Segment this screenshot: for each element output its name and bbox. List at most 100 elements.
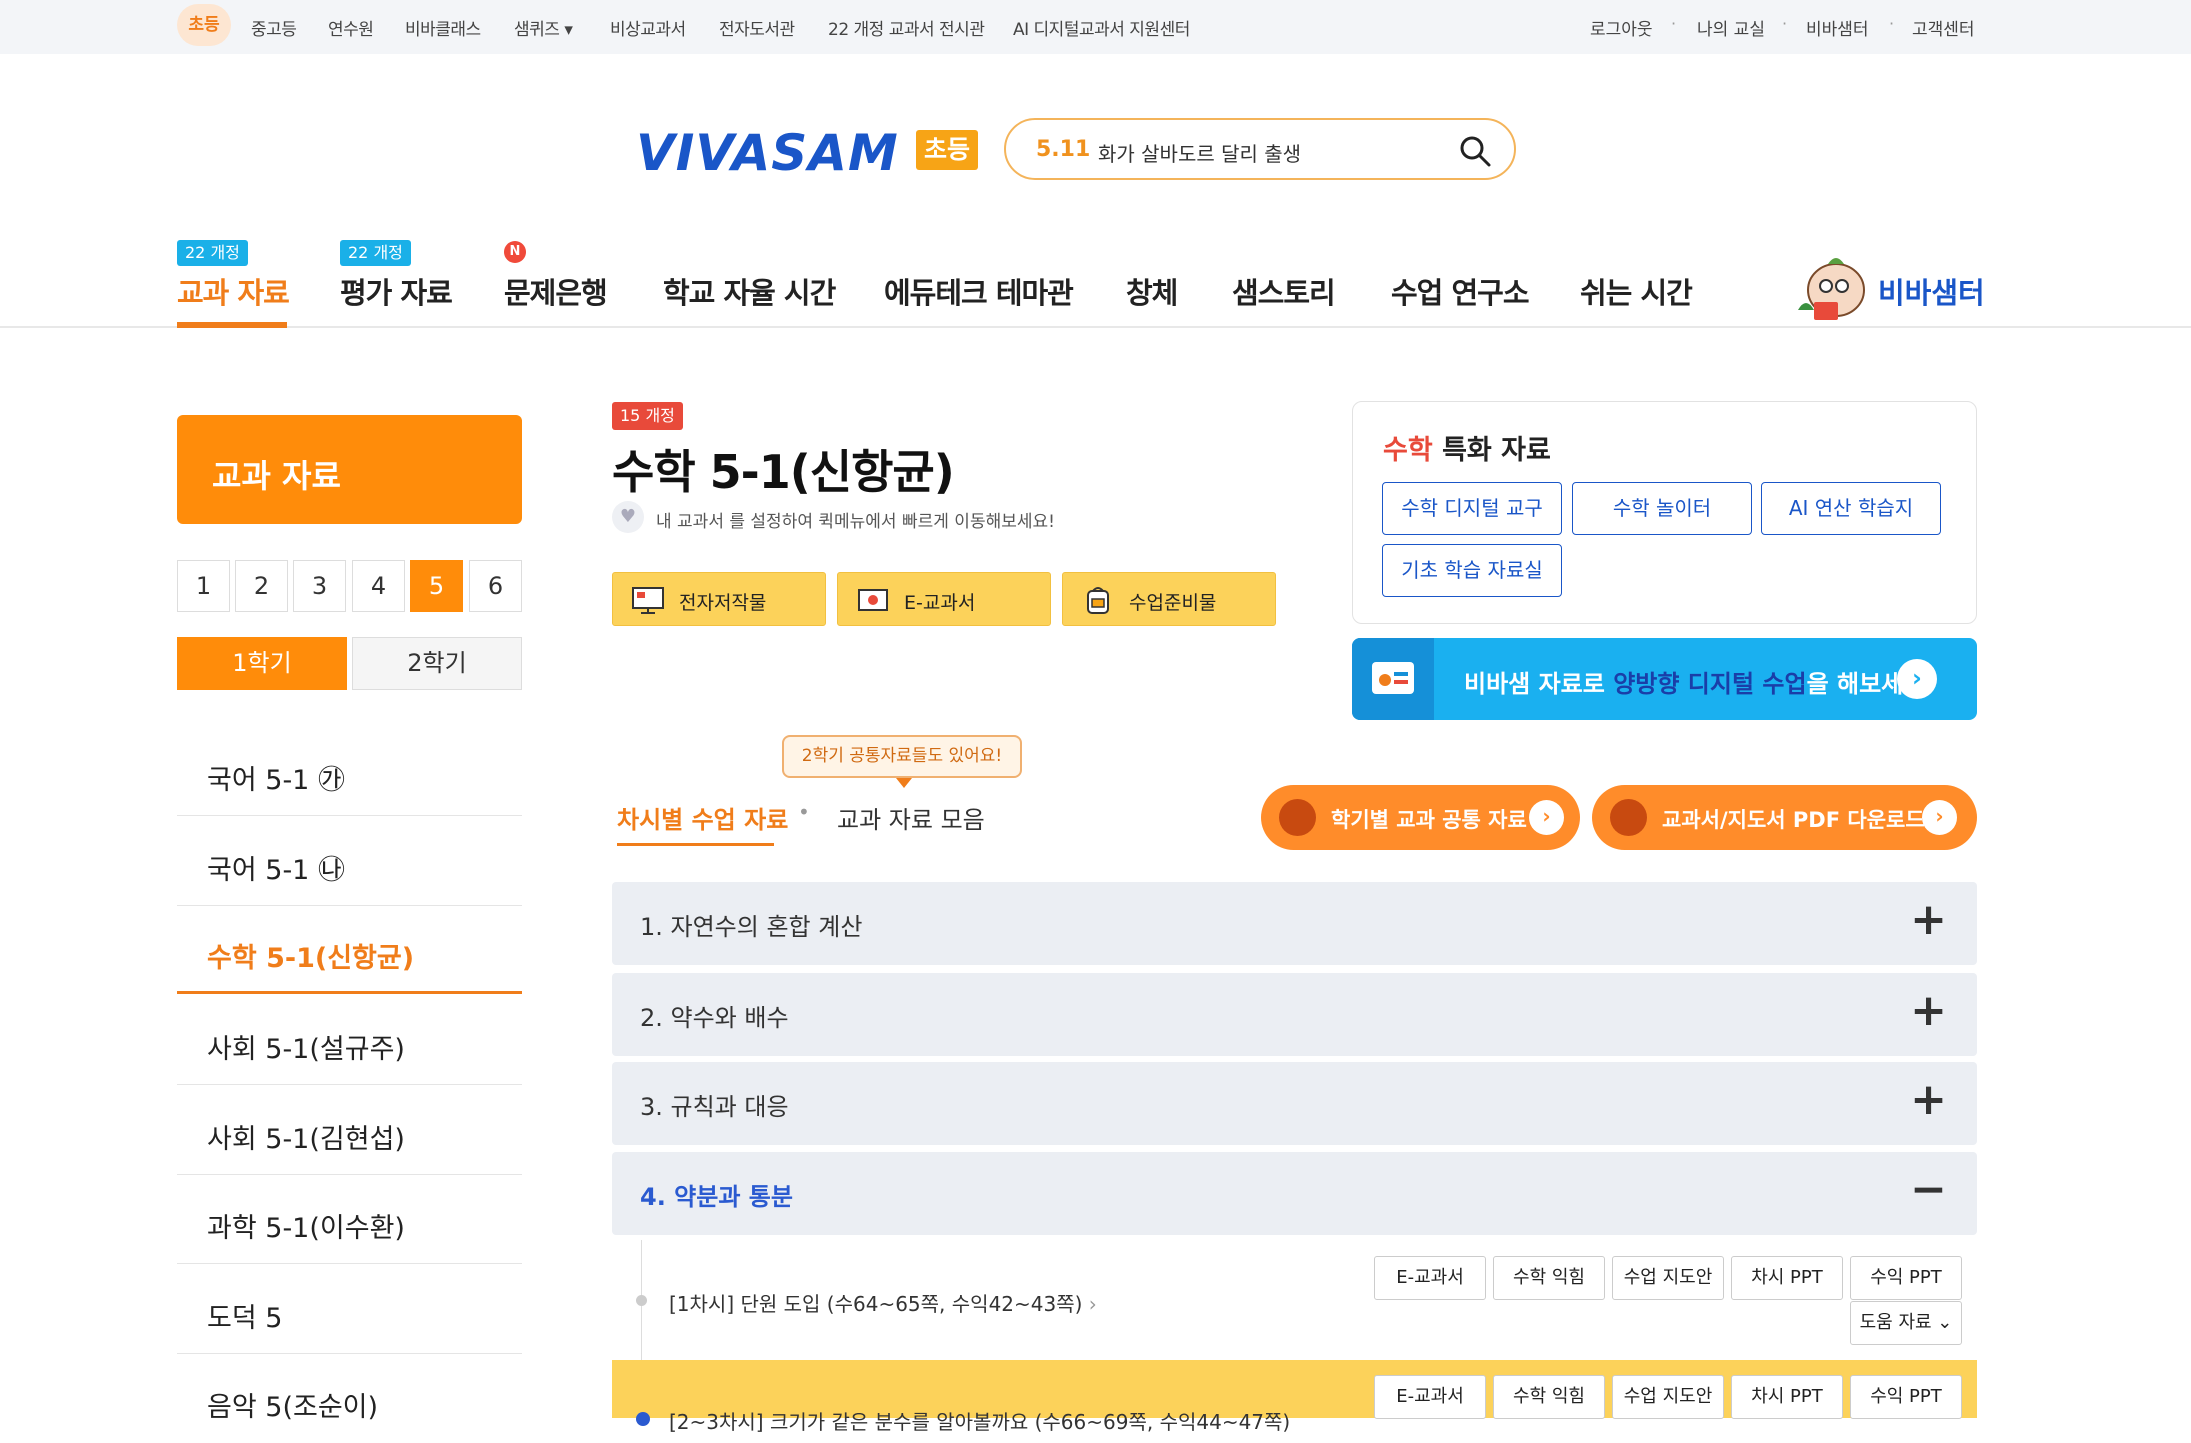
semester2-tooltip: 2학기 공통자료들도 있어요! [782,735,1022,788]
unit-accordion-2[interactable]: 2. 약수와 배수 + [612,973,1977,1056]
plus-icon: + [1910,1074,1947,1125]
class-supplies-button[interactable]: 수업준비물 [1062,572,1276,626]
topnav-elementary[interactable]: 초등 [177,4,231,46]
separator-dot: · [1889,14,1895,33]
tab-material-collection[interactable]: 교과 자료 모음 [837,800,985,835]
my-classroom-link[interactable]: 나의 교실 [1697,15,1765,40]
unit-title: 2. 약수와 배수 [640,1004,789,1032]
e-material-button[interactable]: 전자저작물 [612,572,826,626]
mascot-icon[interactable] [1792,250,1874,322]
vivasam-logo[interactable]: VIVASAM [636,124,899,182]
gnb-item-research[interactable]: 수업 연구소 [1391,270,1529,312]
topnav-visang-textbook[interactable]: 비상교과서 [610,15,686,40]
e-textbook-label: E-교과서 [904,592,976,614]
help-materials-dropdown[interactable]: 도움 자료 ⌄ [1850,1301,1962,1345]
gnb-item-question-bank[interactable]: 문제은행 [504,270,608,312]
topnav-e-library[interactable]: 전자도서관 [719,15,795,40]
samquiz-label: 샘퀴즈 [514,20,560,40]
chevron-right-icon[interactable]: › [1897,659,1937,699]
tab-lesson-materials[interactable]: 차시별 수업 자료 [617,800,788,835]
today-event-text: 화가 살바도르 달리 출생 [1098,142,1302,166]
unit-title: 1. 자연수의 혼합 계산 [640,913,863,941]
gnb-item-activities[interactable]: 창체 [1126,270,1178,312]
sidebar-subject-music[interactable]: 음악 5(조순이) [177,1353,522,1443]
gnb-item-break-time[interactable]: 쉬는 시간 [1580,270,1693,312]
revision-tag: 22 개정 [340,240,411,266]
lesson-plan-button[interactable]: 수업 지도안 [1612,1256,1724,1300]
grade-button-3[interactable]: 3 [293,560,346,612]
sidebar-subject-social-1[interactable]: 사회 5-1(설규주) [177,995,522,1085]
banner-highlight: 양방향 디지털 수업 [1613,670,1807,698]
vivasamter-label[interactable]: 비바샘터 [1878,270,1985,312]
grade-button-4[interactable]: 4 [352,560,405,612]
heart-icon[interactable]: ♥ [612,501,644,533]
grade-button-1[interactable]: 1 [177,560,230,612]
tab-separator: • [798,800,810,824]
logo-elementary-badge: 초등 [916,130,978,170]
sidebar-subject-math[interactable]: 수학 5-1(신항균) [177,904,522,994]
math-digital-tools-button[interactable]: 수학 디지털 교구 [1382,482,1562,535]
math-playground-button[interactable]: 수학 놀이터 [1572,482,1752,535]
semester-common-materials-button[interactable]: 학기별 교과 공통 자료 › [1261,785,1580,850]
new-badge: N [504,241,526,263]
my-textbook-hint: 내 교과서 를 설정하여 퀵메뉴에서 빠르게 이동해보세요! [656,512,1055,532]
customer-center-link[interactable]: 고객센터 [1912,15,1975,40]
lesson-title[interactable]: [1차시] 단원 도입 (수64~65쪽, 수익42~43쪽) › [669,1288,1097,1317]
lesson-math-practice-button[interactable]: 수학 익힘 [1493,1375,1605,1419]
basic-learning-button[interactable]: 기초 학습 자료실 [1382,544,1562,597]
gnb-item-textbook[interactable]: 교과 자료 [177,270,290,312]
semester-1-button[interactable]: 1학기 [177,637,347,690]
topnav-ai-digital[interactable]: AI 디지털교과서 지원센터 [1013,15,1190,40]
grade-button-5[interactable]: 5 [410,560,463,612]
grade-button-6[interactable]: 6 [469,560,522,612]
pdf-icon [1610,799,1647,836]
search-bar[interactable]: 5.11 화가 살바도르 달리 출생 [1004,118,1516,180]
chevron-right-icon: › [1922,800,1957,835]
gnb-item-samstory[interactable]: 샘스토리 [1232,270,1336,312]
timeline-dot [636,1412,650,1426]
sidebar-subject-science[interactable]: 과학 5-1(이수환) [177,1174,522,1264]
plus-icon: + [1910,894,1947,945]
practice-ppt-button[interactable]: 수익 PPT [1850,1256,1962,1300]
topnav-training[interactable]: 연수원 [328,15,374,40]
lesson-ppt-button[interactable]: 차시 PPT [1731,1256,1843,1300]
ai-worksheet-button[interactable]: AI 연산 학습지 [1761,482,1941,535]
practice-ppt-button[interactable]: 수익 PPT [1850,1375,1962,1419]
gnb-item-edutech[interactable]: 에듀테크 테마관 [884,270,1074,312]
lesson-e-textbook-button[interactable]: E-교과서 [1374,1375,1486,1419]
topnav-22-exhibit[interactable]: 22 개정 교과서 전시관 [828,15,985,40]
gnb-item-evaluation[interactable]: 평가 자료 [340,270,453,312]
minus-icon: − [1910,1164,1947,1215]
lesson-title[interactable]: [2~3차시] 크기가 같은 분수를 알아볼까요 (수66~69쪽, 수익44~… [669,1406,1290,1435]
sidebar-subject-ethics[interactable]: 도덕 5 [177,1264,522,1354]
topnav-vivaclass[interactable]: 비바클래스 [405,15,481,40]
lesson-plan-button[interactable]: 수업 지도안 [1612,1375,1724,1419]
main-navigation: 22 개정 22 개정 N 교과 자료 평가 자료 문제은행 학교 자율 시간 … [0,230,2191,328]
caret-down-icon: ▾ [559,20,573,40]
logout-link[interactable]: 로그아웃 [1590,15,1653,40]
vivasamter-link[interactable]: 비바샘터 [1806,15,1869,40]
lesson-math-practice-button[interactable]: 수학 익힘 [1493,1256,1605,1300]
unit-accordion-1[interactable]: 1. 자연수의 혼합 계산 + [612,882,1977,965]
unit-accordion-4[interactable]: 4. 약분과 통분 − [612,1152,1977,1235]
topnav-samquiz[interactable]: 샘퀴즈 ▾ [514,15,573,40]
topnav-middle-high[interactable]: 중고등 [251,15,297,40]
gnb-item-school-autonomy[interactable]: 학교 자율 시간 [663,270,836,312]
unit-title: 3. 규칙과 대응 [640,1093,789,1121]
pdf-download-button[interactable]: 교과서/지도서 PDF 다운로드 › [1592,785,1977,850]
digital-class-banner[interactable]: 비바샘 자료로 양방향 디지털 수업을 해보세요. › [1352,638,1977,720]
revision-tag: 22 개정 [177,240,248,266]
sidebar-subject-korean-na[interactable]: 국어 5-1 ㉯ [177,816,522,906]
lesson-ppt-button[interactable]: 차시 PPT [1731,1375,1843,1419]
semester-2-button[interactable]: 2학기 [352,637,522,690]
search-icon[interactable] [1458,134,1492,168]
lesson-e-textbook-button[interactable]: E-교과서 [1374,1256,1486,1300]
e-textbook-button[interactable]: E-교과서 [837,572,1051,626]
special-subject: 수학 [1383,435,1433,466]
top-utility-bar: 초등 중고등 연수원 비바클래스 샘퀴즈 ▾ 비상교과서 전자도서관 22 개정… [0,0,2191,54]
chevron-right-icon: › [1082,1292,1097,1316]
grade-button-2[interactable]: 2 [235,560,288,612]
sidebar-subject-social-2[interactable]: 사회 5-1(김현섭) [177,1085,522,1175]
sidebar-subject-korean-ga[interactable]: 국어 5-1 ㉮ [177,726,522,816]
unit-accordion-3[interactable]: 3. 규칙과 대응 + [612,1062,1977,1145]
